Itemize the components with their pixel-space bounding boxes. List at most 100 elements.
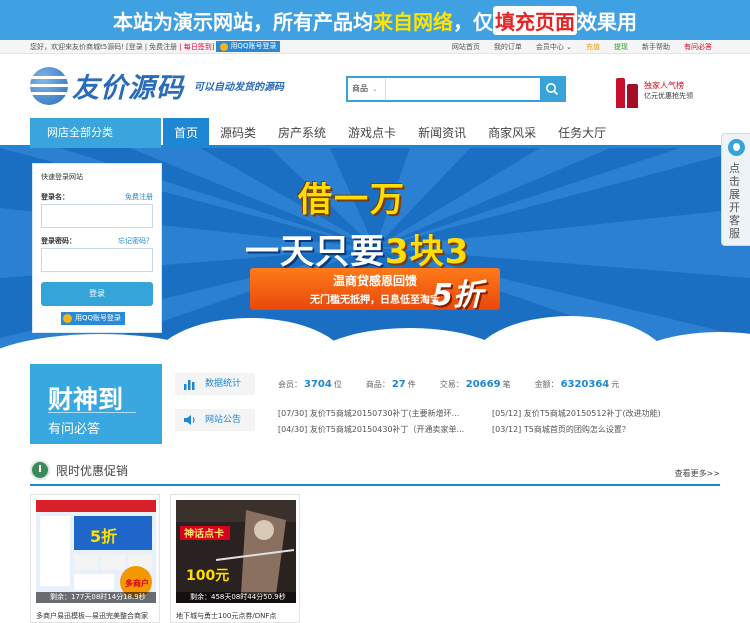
caishen-panel[interactable]: 财神到 有问必答 [30,364,162,444]
register-link[interactable]: 免费注册 [149,42,177,52]
qq-login-label-box: 用QQ账号登录 [75,314,122,322]
stat-members-value: 3704 [304,379,332,390]
promo-section-title: 限时优惠促销 [56,464,129,478]
product-title[interactable]: 多商户易迅模板—易迅完美整合商家 [36,611,158,621]
forgot-password-link[interactable]: 忘记密码？ [118,236,153,246]
register-link-box[interactable]: 免费注册 [125,192,153,202]
stat-amount-value: 6320364 [560,379,610,390]
caishen-title: 财神到 [48,385,124,414]
demo-highlight-1: 来自网络 [373,9,453,34]
bar-chart-icon [184,380,195,390]
demo-text-3: 效果用 [577,9,637,34]
nav-item-news[interactable]: 新闻资讯 [407,118,477,148]
hero-subheadline-b: 3块3 [385,232,470,272]
promo-line-1: 独家人气榜 [644,81,684,90]
globe-logo-icon [30,66,68,105]
search-category-value: 商品 [352,84,368,93]
nav-item-home[interactable]: 首页 [163,118,210,148]
chat-icon [728,139,745,156]
product-image[interactable]: 5折 多商户 剩余：177天08时14分18.9秒 [36,500,156,603]
customer-service-label: 点击展开客服 [729,162,740,240]
qq-login-button[interactable]: 用QQ账号登录 [216,41,281,52]
qq-icon [63,314,72,323]
all-categories-button[interactable]: 网店全部分类 [30,118,161,148]
hero-subheadline-a: 一天只要 [245,232,385,272]
nav-item-real-estate[interactable]: 房产系统 [267,118,337,148]
qq-login-label: 用QQ账号登录 [230,42,277,50]
search-bar: 商品 ⌄ [346,76,566,102]
product-image[interactable]: 神话点卡 100元 剩余：458天08时44分50.9秒 [176,500,296,603]
logo-slogan: 可以自动发货的源码 [194,82,284,93]
nav-link-qa[interactable]: 有问必答 [684,42,712,52]
nav-link-home[interactable]: 网站首页 [452,42,480,52]
announcements-tab[interactable]: 网站公告 [175,409,255,431]
quick-login-box: 快速登录网站 登录名： 免费注册 登录密码： 忘记密码？ 登录 用QQ账号登录 [32,163,162,333]
promo-ad[interactable]: 独家人气榜 亿元优惠抢先领 [614,72,714,108]
stat-goods: 商品： 27 件 [365,379,416,390]
login-link[interactable]: [登录 [126,42,143,52]
stat-members: 会员： 3704 位 [278,379,342,390]
promo-line-2: 亿元优惠抢先领 [644,92,693,100]
view-more-link[interactable]: 查看更多>> [675,468,720,479]
daily-signin-link[interactable]: | 每日签到] [179,42,214,52]
chevron-down-icon: ⌄ [372,85,378,93]
countdown-timer: 剩余：458天08时44分50.9秒 [176,592,296,603]
search-button[interactable] [540,78,564,100]
login-box-title: 快速登录网站 [41,173,83,181]
search-input[interactable] [386,78,540,100]
top-bar: 您好，欢迎来友价商城t5源码! [登录 | 免费注册 | 每日签到] 用QQ账号… [0,40,750,54]
hero-discount: 5折 [432,278,483,313]
password-label: 登录密码： [41,237,76,245]
welcome-text: 您好，欢迎来友价商城t5源码! [30,42,125,51]
login-submit-button[interactable]: 登录 [41,282,153,306]
product-card[interactable]: 5折 多商户 剩余：177天08时14分18.9秒 多商户易迅模板—易迅完美整合… [30,494,160,623]
nav-item-tasks[interactable]: 任务大厅 [547,118,617,148]
username-field[interactable] [41,204,153,228]
notice-item[interactable]: [05/12] 友价T5商城20150512补丁(改进功能) [492,408,661,419]
nav-item-source-code[interactable]: 源码类 [209,118,267,148]
notice-item[interactable]: [04/30] 友价T5商城20150430补丁（开通卖家单... [278,424,464,435]
nav-link-recharge[interactable]: 充值 [586,42,600,52]
search-icon [546,83,559,96]
svg-text:100元: 100元 [186,568,229,584]
demo-notice-banner: 本站为演示网站，所有产品均 来自网络 ，仅 填充页面 效果用 [0,0,750,40]
svg-text:神话点卡: 神话点卡 [184,527,224,540]
svg-text:多商户: 多商户 [125,578,149,588]
stat-trades-value: 20669 [465,379,501,390]
countdown-timer: 剩余：177天08时14分18.9秒 [36,592,156,603]
hero-headline: 借一万 [298,180,406,220]
nav-link-member-center[interactable]: 会员中心 ⌄ [536,42,572,52]
topbar-separator: | [144,42,148,51]
qq-icon [220,42,229,51]
nav-link-help[interactable]: 新手帮助 [642,42,670,52]
stats-tab-label: 数据统计 [205,379,242,389]
notice-item[interactable]: [07/30] 友价T5商城20150730补丁(主要新增环... [278,408,459,419]
stats-tab[interactable]: 数据统计 [175,373,255,395]
speaker-icon [184,415,195,425]
site-logo[interactable]: 友价源码 可以自动发货的源码 [30,66,284,105]
nav-link-orders[interactable]: 我的订单 [494,42,522,52]
nav-link-withdraw[interactable]: 提现 [614,42,628,52]
product-title[interactable]: 地下城与勇士100元点券/DNF点 [176,611,298,621]
password-field[interactable] [41,248,153,272]
clock-icon [30,460,50,480]
stat-amount: 金额： 6320364 元 [534,379,620,390]
nav-item-merchants[interactable]: 商家风采 [477,118,547,148]
svg-text:5折: 5折 [90,527,117,546]
notice-item[interactable]: [03/12] T5商城首页的团购怎么设置？ [492,424,630,435]
product-card[interactable]: 神话点卡 100元 剩余：458天08时44分50.9秒 地下城与勇士100元点… [170,494,300,623]
stat-goods-value: 27 [391,379,406,390]
nav-item-game-cards[interactable]: 游戏点卡 [337,118,407,148]
stat-trades: 交易： 20669 笔 [439,379,511,390]
username-label: 登录名： [41,193,69,201]
logo-name: 友价源码 [72,73,184,104]
stats-row: 会员： 3704 位 商品： 27 件 交易： 20669 笔 金额： 6320364 元 [278,379,619,390]
demo-text-1: 本站为演示网站，所有产品均 [113,9,373,34]
promo-section-header: 限时优惠促销 查看更多>> [30,456,720,486]
demo-highlight-2: 填充页面 [493,5,577,35]
search-category-select[interactable]: 商品 ⌄ [348,78,386,100]
main-nav: 网店全部分类 首页 源码类 房产系统 游戏点卡 新闻资讯 商家风采 任务大厅 [0,118,750,148]
hero-subheadline: 一天只要3块3 [245,224,469,273]
customer-service-float[interactable]: 点击展开客服 [721,133,750,246]
qq-login-button-box[interactable]: 用QQ账号登录 [61,312,126,325]
